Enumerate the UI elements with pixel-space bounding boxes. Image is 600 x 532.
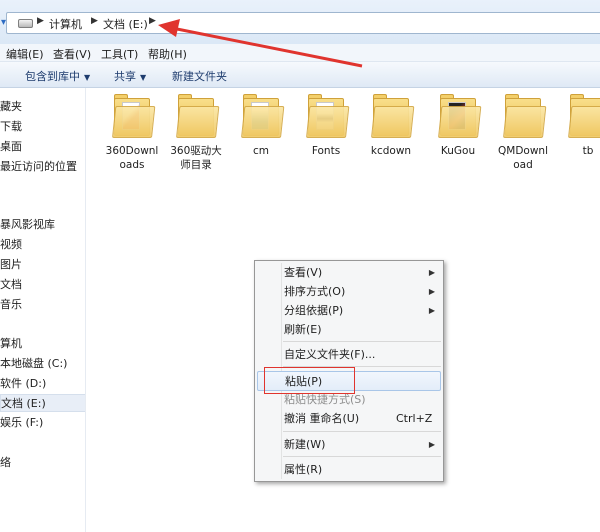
navigation-pane: 藏夹 下载 桌面 最近访问的位置 暴风影视库 视频 图片 文档 音乐 算机 本地… — [0, 88, 86, 532]
context-properties-label: 属性(R) — [284, 463, 323, 476]
context-sort[interactable]: 排序方式(O) ▶ — [257, 282, 441, 302]
share-label: 共享 — [114, 70, 136, 83]
folder-icon — [568, 94, 600, 138]
menu-separator — [283, 456, 441, 457]
highlight-box — [264, 367, 355, 394]
folder-name: 360驱动大 师目录 — [170, 145, 222, 171]
folder-icon — [503, 94, 547, 138]
breadcrumb-computer[interactable]: 计算机 — [49, 16, 82, 32]
breadcrumb-arrow-icon[interactable]: ▶ — [37, 16, 44, 26]
nav-drive-d[interactable]: 软件 (D:) — [0, 375, 85, 393]
folder-item[interactable]: cm — [230, 94, 292, 176]
folder-item[interactable]: 360Downl oads — [101, 94, 163, 176]
nav-videos[interactable]: 视频 — [0, 236, 85, 254]
nav-documents[interactable]: 文档 — [0, 276, 85, 294]
folder-item[interactable]: KuGou — [427, 94, 489, 176]
menu-help[interactable]: 帮助(H) — [148, 46, 187, 62]
context-view[interactable]: 查看(V) ▶ — [257, 263, 441, 283]
chevron-down-icon: ▼ — [140, 73, 147, 82]
context-properties[interactable]: 属性(R) — [257, 460, 441, 480]
context-sort-label: 排序方式(O) — [284, 285, 346, 298]
context-customize-folder[interactable]: 自定义文件夹(F)... — [257, 345, 441, 365]
folder-name: Fonts — [311, 145, 341, 157]
chevron-down-icon: ▼ — [84, 73, 91, 82]
breadcrumb-drive-e[interactable]: 文档 (E:) — [103, 16, 148, 32]
nav-network[interactable]: 络 — [0, 454, 85, 472]
folder-name: 360Downl oads — [105, 145, 159, 171]
folder-icon — [241, 94, 285, 138]
nav-pictures[interactable]: 图片 — [0, 256, 85, 274]
context-undo-shortcut: Ctrl+Z — [396, 412, 433, 425]
chevron-right-icon: ▶ — [428, 440, 435, 449]
nav-baofeng-library[interactable]: 暴风影视库 — [0, 216, 85, 234]
folder-name: tb — [582, 145, 594, 157]
menu-tools[interactable]: 工具(T) — [101, 46, 138, 62]
breadcrumb-arrow-icon[interactable]: ▶ — [149, 16, 156, 26]
folder-icon — [371, 94, 415, 138]
folder-icon — [112, 94, 156, 138]
chevron-right-icon: ▶ — [428, 287, 435, 296]
context-group-label: 分组依据(P) — [284, 304, 344, 317]
nav-computer[interactable]: 算机 — [0, 335, 85, 353]
context-group[interactable]: 分组依据(P) ▶ — [257, 301, 441, 321]
folder-item[interactable]: QMDownl oad — [492, 94, 554, 176]
menu-edit[interactable]: 编辑(E) — [6, 46, 44, 62]
context-new-label: 新建(W) — [284, 438, 326, 451]
context-undo-rename[interactable]: 撤消 重命名(U) Ctrl+Z — [257, 409, 441, 429]
nav-desktop[interactable]: 桌面 — [0, 138, 85, 156]
nav-favorites[interactable]: 藏夹 — [0, 98, 85, 116]
nav-drive-f[interactable]: 娱乐 (F:) — [0, 414, 85, 432]
new-folder-button[interactable]: 新建文件夹 — [172, 68, 227, 84]
folder-icon — [438, 94, 482, 138]
context-customize-label: 自定义文件夹(F)... — [284, 348, 376, 361]
nav-drive-c[interactable]: 本地磁盘 (C:) — [0, 355, 85, 373]
folder-name: QMDownl oad — [498, 145, 548, 171]
folder-name: cm — [252, 145, 269, 157]
breadcrumb-arrow-icon[interactable]: ▶ — [91, 16, 98, 26]
folder-icon — [176, 94, 220, 138]
nav-downloads[interactable]: 下载 — [0, 118, 85, 136]
context-undo-label: 撤消 重命名(U) — [284, 412, 360, 425]
folder-item[interactable]: kcdown — [360, 94, 422, 176]
include-library-label: 包含到库中 — [25, 70, 80, 83]
chevron-right-icon: ▶ — [428, 268, 435, 277]
include-library-button[interactable]: 包含到库中 ▼ — [25, 68, 90, 84]
address-bar[interactable]: ▾ ▶ 计算机 ▶ 文档 (E:) ▶ — [1, 12, 600, 34]
nav-drive-e[interactable]: 文档 (E:) — [0, 394, 85, 412]
menu-separator — [283, 431, 441, 432]
nav-recent-places[interactable]: 最近访问的位置 — [0, 158, 85, 176]
chevron-down-icon[interactable]: ▾ — [1, 17, 13, 29]
context-refresh-label: 刷新(E) — [284, 323, 322, 336]
drive-icon — [18, 19, 33, 28]
menu-separator — [283, 341, 441, 342]
menu-bar: 编辑(E) 查看(V) 工具(T) 帮助(H) — [0, 44, 600, 62]
folder-item[interactable]: tb — [557, 94, 600, 176]
context-view-label: 查看(V) — [284, 266, 323, 279]
nav-music[interactable]: 音乐 — [0, 296, 85, 314]
share-button[interactable]: 共享 ▼ — [114, 68, 146, 84]
context-refresh[interactable]: 刷新(E) — [257, 320, 441, 340]
folder-icon — [306, 94, 350, 138]
menu-view[interactable]: 查看(V) — [53, 46, 91, 62]
folder-name: kcdown — [370, 145, 412, 157]
context-new[interactable]: 新建(W) ▶ — [257, 435, 441, 455]
folder-item[interactable]: Fonts — [295, 94, 357, 176]
command-bar: 包含到库中 ▼ 共享 ▼ 新建文件夹 — [0, 62, 600, 88]
chevron-right-icon: ▶ — [428, 306, 435, 315]
address-area: ▾ ▶ 计算机 ▶ 文档 (E:) ▶ — [0, 0, 600, 44]
folder-item[interactable]: 360驱动大 师目录 — [165, 94, 227, 176]
folder-name: KuGou — [440, 145, 476, 157]
